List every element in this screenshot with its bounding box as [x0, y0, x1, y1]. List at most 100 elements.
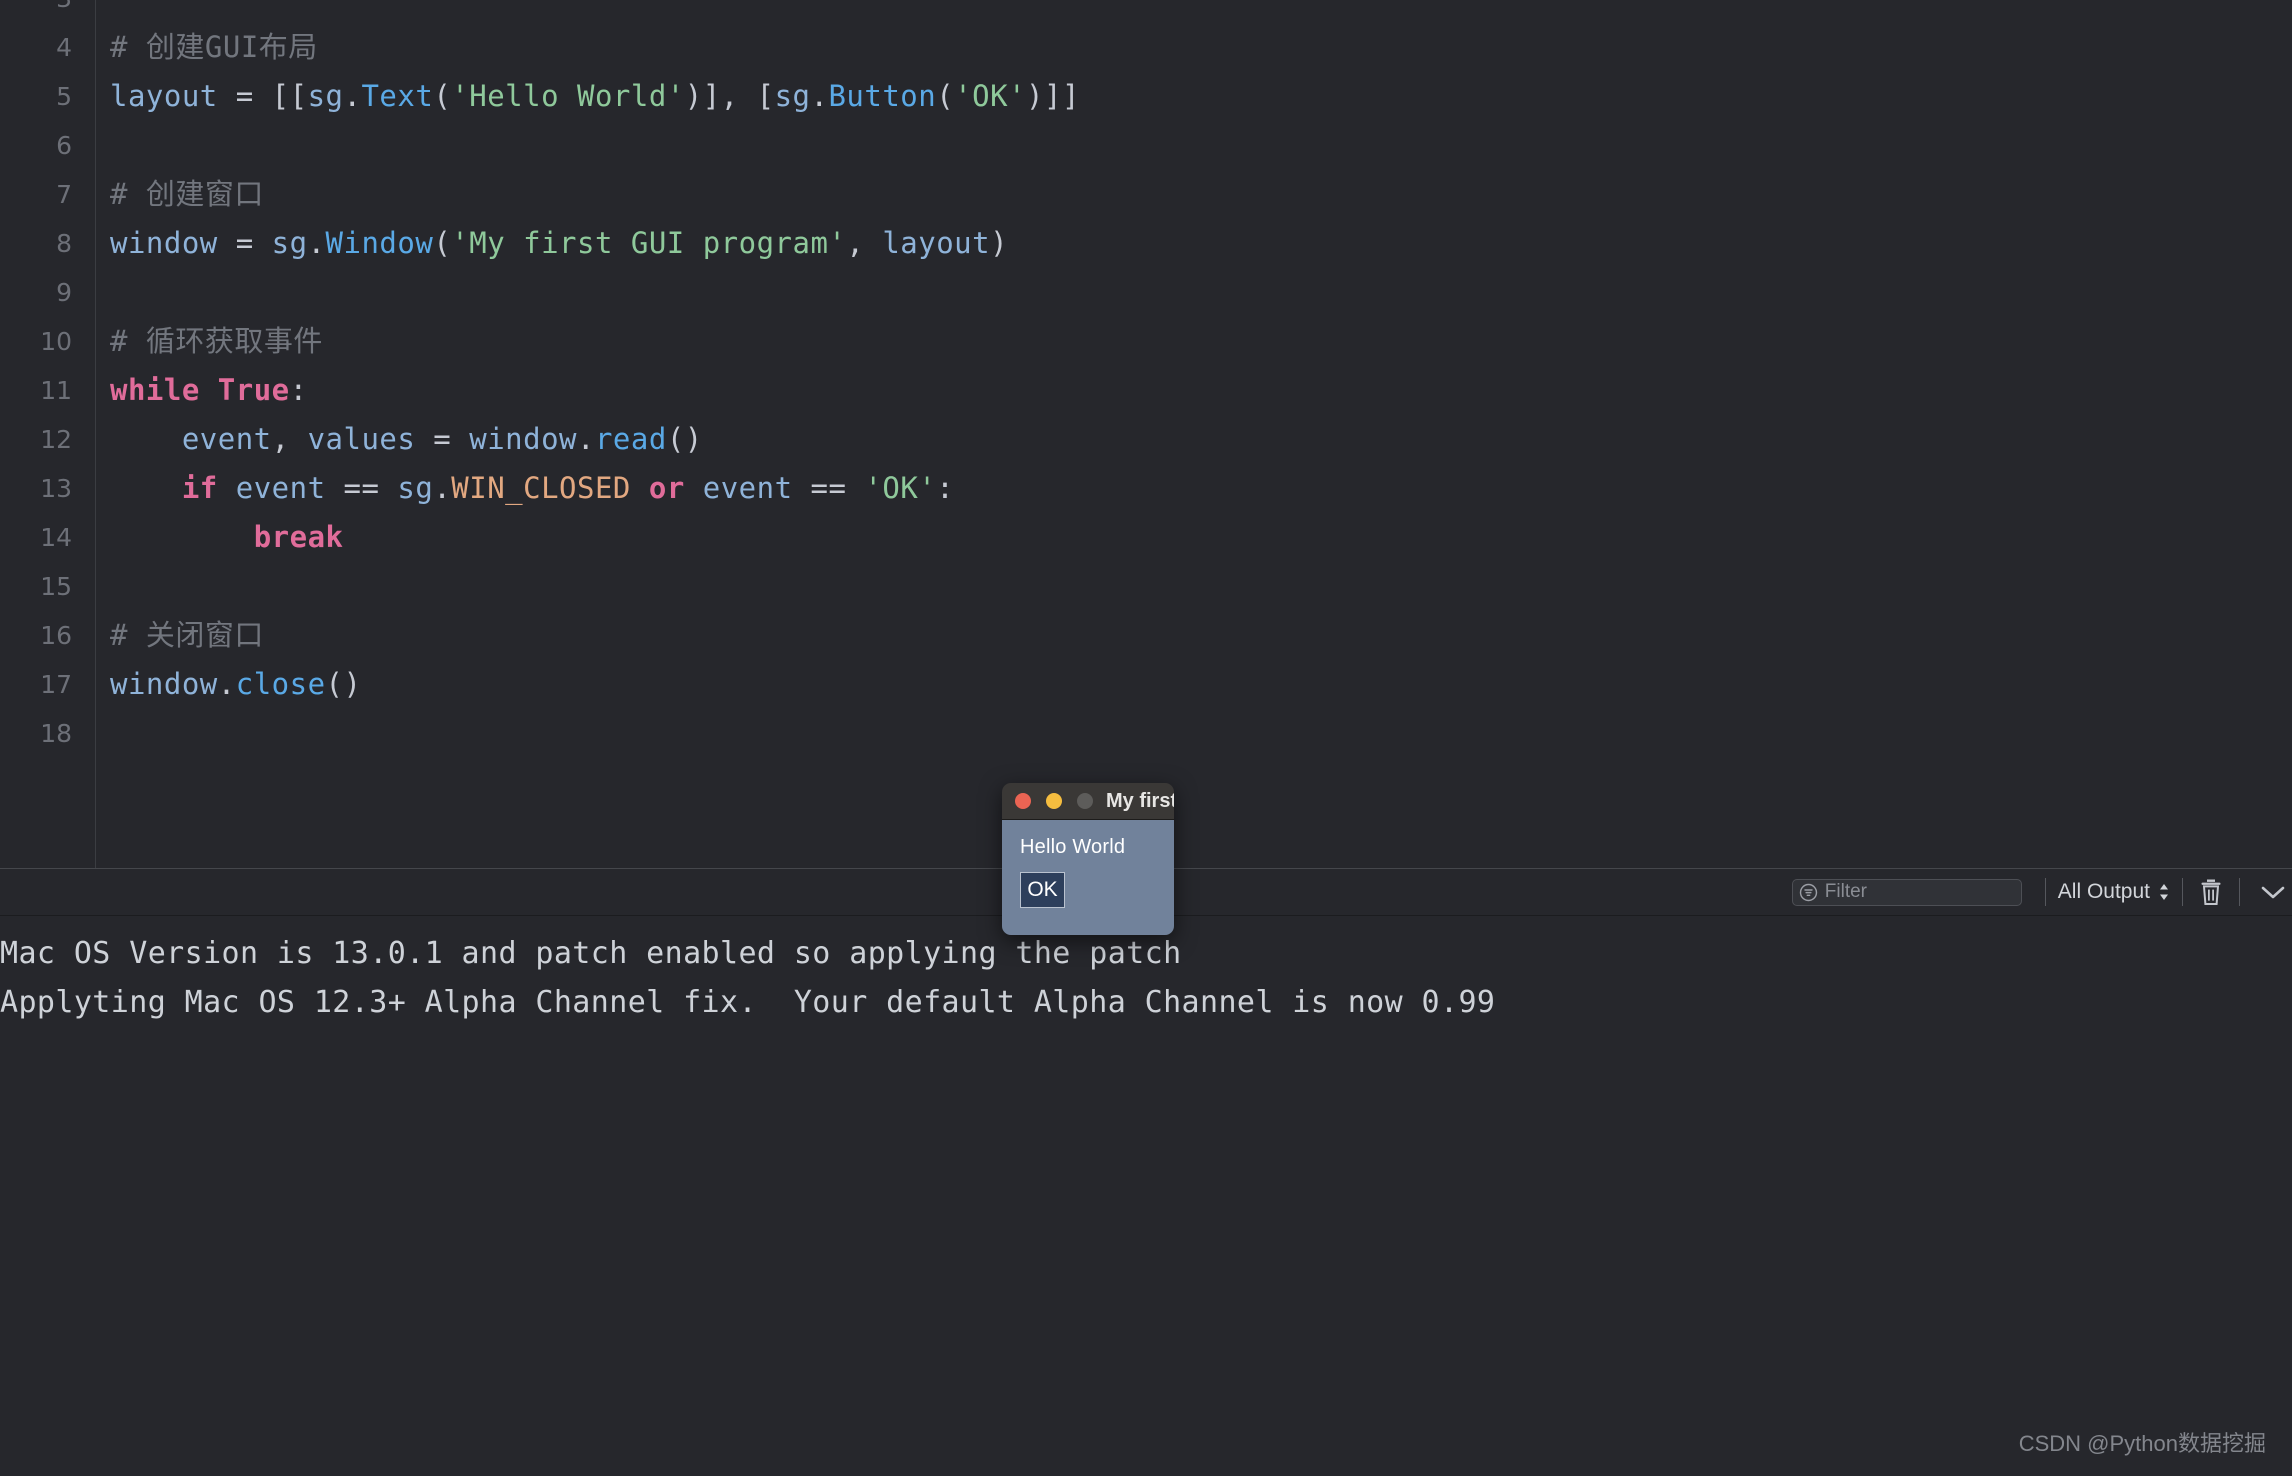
code-line[interactable]: 15: [0, 562, 2292, 611]
stepper-up-down-icon: [2158, 881, 2170, 903]
code-line[interactable]: 10 # 循环获取事件: [0, 317, 2292, 366]
code-token: if: [181, 471, 218, 505]
output-scope-selector[interactable]: All Output: [2058, 880, 2170, 904]
code-token: sg: [774, 79, 811, 113]
filter-field[interactable]: Filter: [1791, 878, 2022, 906]
code-token: # 创建窗口: [110, 177, 264, 211]
code-token: (: [936, 79, 955, 113]
code-token: sg: [397, 471, 434, 505]
minimize-button[interactable]: [1046, 793, 1062, 809]
code-token: (: [433, 79, 452, 113]
line-number: 8: [56, 229, 72, 258]
code-line[interactable]: 8 window = sg.Window('My first GUI progra…: [0, 219, 2292, 268]
code-token: (): [666, 422, 703, 456]
line-number: 5: [56, 82, 72, 111]
line-number: 13: [40, 474, 72, 503]
code-token: =: [217, 226, 272, 260]
code-editor[interactable]: 34# 创建GUI布局5layout = [[sg.Text('Hello Wo…: [0, 0, 2292, 868]
line-text: window.close(): [110, 660, 361, 709]
line-number: 12: [40, 425, 72, 454]
close-button[interactable]: [1015, 793, 1031, 809]
gui-dialog-window[interactable]: My first GUI program Hello World OK: [1002, 783, 1174, 935]
console-output[interactable]: Mac OS Version is 13.0.1 and patch enabl…: [0, 916, 2292, 1476]
code-line[interactable]: 12 event, values = window.read(): [0, 415, 2292, 464]
dialog-titlebar[interactable]: My first GUI program: [1002, 783, 1174, 820]
toolbar-separator-1: [2044, 878, 2046, 906]
line-text: # 创建GUI布局: [110, 23, 318, 72]
line-text: # 关闭窗口: [110, 611, 264, 660]
line-number: 14: [40, 523, 72, 552]
code-line[interactable]: 7 # 创建窗口: [0, 170, 2292, 219]
code-token: 'Hello World': [451, 79, 685, 113]
trash-icon[interactable]: [2197, 877, 2225, 907]
line-number: 4: [56, 33, 72, 62]
code-token: event: [181, 422, 272, 456]
line-text: layout = [[sg.Text('Hello World')], [sg.…: [110, 72, 1080, 121]
filter-placeholder: Filter: [1824, 881, 1868, 902]
console-output-line: Applyting Mac OS 12.3+ Alpha Channel fix…: [0, 985, 1496, 1020]
toolbar-separator-2: [2182, 878, 2183, 906]
code-line[interactable]: 6: [0, 121, 2292, 170]
code-line-list: 34# 创建GUI布局5layout = [[sg.Text('Hello Wo…: [0, 0, 2292, 758]
code-token: # 循环获取事件: [110, 324, 323, 358]
code-token: Text: [361, 79, 434, 113]
code-token: (: [433, 226, 452, 260]
code-line[interactable]: 14 break: [0, 513, 2292, 562]
code-line[interactable]: 11 while True:: [0, 366, 2292, 415]
code-token: )]]: [1026, 79, 1080, 113]
code-token: Button: [828, 79, 937, 113]
code-token: 'OK': [954, 79, 1027, 113]
code-token: =: [217, 79, 272, 113]
line-text: break: [110, 513, 344, 562]
code-token: ,: [271, 422, 308, 456]
toolbar-separator-3: [2239, 878, 2240, 906]
line-number: 17: [40, 670, 72, 699]
code-line[interactable]: 13 if event == sg.WIN_CLOSED or event ==…: [0, 464, 2292, 513]
dialog-body: Hello World OK: [1002, 820, 1174, 935]
output-scope-label: All Output: [2057, 880, 2150, 903]
code-token: layout: [882, 226, 991, 260]
code-token: while: [110, 373, 200, 407]
code-token: window: [469, 422, 577, 456]
line-number: 18: [40, 719, 72, 748]
code-token: :: [936, 471, 955, 505]
watermark: CSDN @Python数据挖掘: [2018, 1431, 2266, 1456]
code-token: 'My first GUI program': [451, 226, 847, 260]
code-token: sg: [307, 79, 344, 113]
code-token: ==: [343, 471, 380, 505]
code-line[interactable]: 4 # 创建GUI布局: [0, 23, 2292, 72]
line-number: 11: [40, 376, 72, 405]
code-token: values: [307, 422, 416, 456]
line-number: 6: [56, 131, 72, 160]
code-line[interactable]: 9: [0, 268, 2292, 317]
code-token: .: [307, 226, 326, 260]
code-token: window: [110, 226, 218, 260]
code-line[interactable]: 18: [0, 709, 2292, 758]
line-text: window = sg.Window('My first GUI program…: [110, 219, 1008, 268]
code-line[interactable]: 17 window.close(): [0, 660, 2292, 709]
line-number: 7: [56, 180, 72, 209]
code-line[interactable]: 16 # 关闭窗口: [0, 611, 2292, 660]
code-line[interactable]: 5 layout = [[sg.Text('Hello World')], [sg…: [0, 72, 2292, 121]
code-token: ,: [846, 226, 883, 260]
code-token: :: [289, 373, 308, 407]
code-line[interactable]: 3: [0, 0, 2292, 23]
code-token: )], [: [684, 79, 775, 113]
code-token: 'OK': [864, 471, 937, 505]
code-token: close: [235, 667, 326, 701]
ok-button[interactable]: OK: [1020, 872, 1065, 908]
code-token: .: [810, 79, 829, 113]
chevron-down-icon[interactable]: [2258, 881, 2288, 903]
hello-world-label: Hello World: [1020, 836, 1126, 858]
code-token: [[: [271, 79, 308, 113]
console-output-line: Mac OS Version is 13.0.1 and patch enabl…: [0, 936, 1182, 971]
code-token: .: [217, 667, 236, 701]
